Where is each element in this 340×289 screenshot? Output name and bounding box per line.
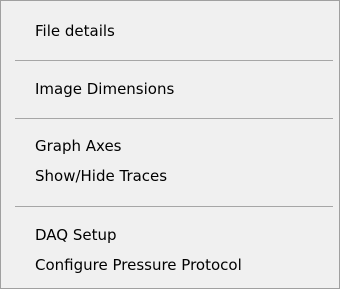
menu-separator [15, 60, 333, 61]
context-menu: File details Image Dimensions Graph Axes… [0, 0, 340, 289]
menu-item-show-hide-traces[interactable]: Show/Hide Traces [35, 161, 167, 191]
menu-item-graph-axes[interactable]: Graph Axes [35, 131, 122, 161]
menu-item-file-details[interactable]: File details [35, 16, 115, 46]
menu-item-image-dimensions[interactable]: Image Dimensions [35, 74, 174, 104]
menu-separator [15, 206, 333, 207]
menu-item-daq-setup[interactable]: DAQ Setup [35, 220, 117, 250]
menu-item-configure-pressure-protocol[interactable]: Configure Pressure Protocol [35, 250, 242, 280]
menu-separator [15, 118, 333, 119]
